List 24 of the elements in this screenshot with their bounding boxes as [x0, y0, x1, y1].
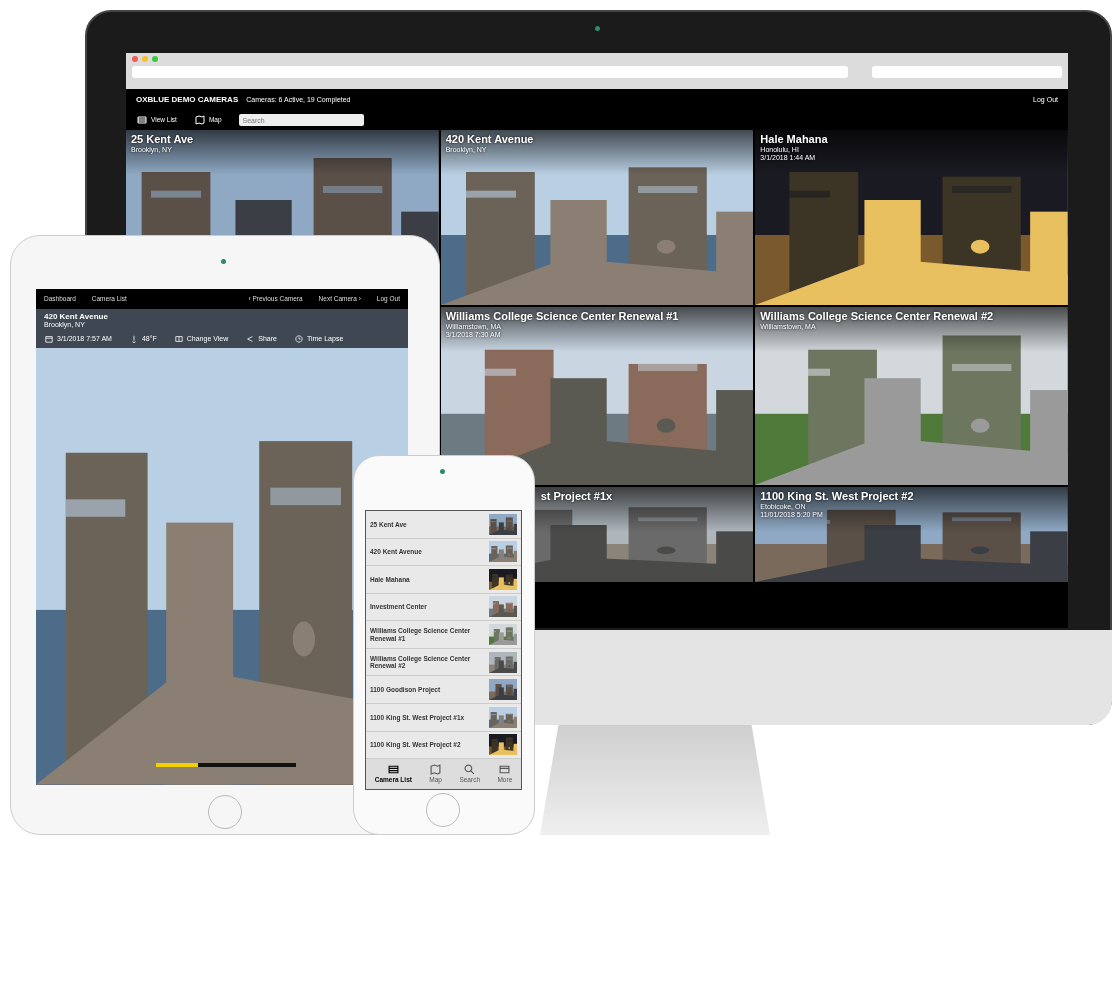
share-icon — [246, 335, 255, 344]
camera-name: 1100 King St. West Project #2 — [760, 490, 914, 503]
camera-name: Williams College Science Center Renewal #2 — [760, 310, 994, 323]
app-title: OXBLUE DEMO CAMERAS — [136, 94, 239, 106]
timeline-slider[interactable] — [156, 763, 296, 767]
calendar-icon — [45, 335, 53, 344]
camera-name: 420 Kent Avenue — [445, 133, 534, 146]
search-bar[interactable] — [872, 66, 1062, 78]
view-icon — [174, 335, 183, 344]
clock-icon — [294, 335, 303, 344]
list-icon — [137, 115, 147, 125]
search-icon — [464, 763, 476, 775]
map-icon — [430, 763, 442, 775]
camera-icon — [595, 26, 600, 31]
address-bar[interactable] — [132, 66, 848, 78]
camera-icon — [221, 259, 226, 264]
more-icon — [499, 763, 511, 775]
list-icon — [387, 763, 399, 775]
camera-icon — [440, 469, 445, 474]
map-icon — [194, 115, 205, 125]
camera-name: 420 Kent Avenue — [44, 311, 109, 321]
camera-name: 25 Kent Ave — [131, 133, 194, 146]
camera-name: Williams College Science Center Renewal #1 — [445, 310, 679, 323]
camera-name: Hale Mahana — [760, 133, 828, 146]
